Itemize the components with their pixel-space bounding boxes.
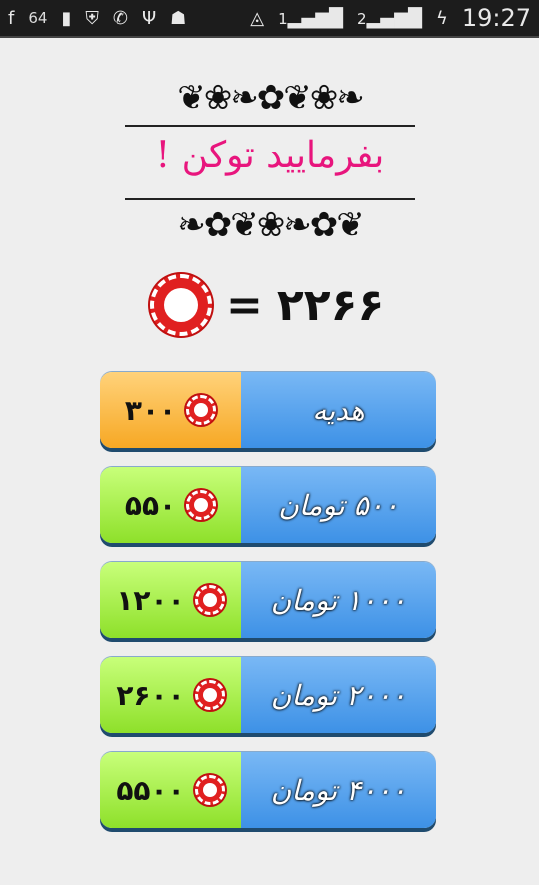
package-price: هدیه <box>241 372 436 448</box>
token-chip-icon <box>194 775 225 805</box>
package-price: ۱۰۰۰ تومان <box>241 562 436 638</box>
token-count: ۲۶۰۰ <box>116 678 185 712</box>
package-tokens: ۵۵۰۰ <box>100 752 241 828</box>
battery-charging-icon: ϟ <box>435 7 448 29</box>
token-chip-icon <box>194 585 225 615</box>
divider <box>125 125 415 127</box>
shield-icon: ⛨ <box>85 7 99 29</box>
package-button[interactable]: ۱۲۰۰ ۱۰۰۰ تومان <box>100 562 436 638</box>
package-price: ۲۰۰۰ تومان <box>241 657 436 733</box>
notification-count: 64 <box>28 9 48 27</box>
token-chip-icon <box>186 395 217 425</box>
android-icon: ☗ <box>170 7 187 29</box>
token-chip-icon <box>186 490 217 520</box>
package-tokens: ۱۲۰۰ <box>100 562 241 638</box>
status-bar: f 64 ▮ ⛨ ✆ Ψ ☗ ◬ 1▂▄▆█ 2▂▄▆█ ϟ 19:27 <box>0 0 539 38</box>
signal-sim2-icon: 2▂▄▆█ <box>357 7 422 29</box>
sim2-label: 2 <box>357 9 367 28</box>
clock: 19:27 <box>461 4 531 32</box>
package-button[interactable]: ۵۵۰۰ ۴۰۰۰ تومان <box>100 752 436 828</box>
token-balance: = ۲۲۶۶ <box>150 272 410 338</box>
ornament-top-icon: ❦❀❧✿❦❀❧ <box>177 78 364 118</box>
package-price: ۵۰۰ تومان <box>241 467 436 543</box>
usb-debug-icon: Ψ <box>141 7 157 29</box>
token-count: ۵۵۰۰ <box>116 773 185 807</box>
token-count: ۵۵۰ <box>124 488 177 522</box>
token-chip-icon <box>150 274 212 336</box>
token-chip-icon <box>194 680 225 710</box>
usb-icon: ▮ <box>61 7 72 29</box>
package-tokens: ۵۵۰ <box>100 467 241 543</box>
facebook-icon: f <box>8 7 15 29</box>
divider <box>125 198 415 200</box>
sim1-label: 1 <box>278 9 288 28</box>
package-button[interactable]: ۳۰۰ هدیه <box>100 372 436 448</box>
package-button[interactable]: ۵۵۰ ۵۰۰ تومان <box>100 467 436 543</box>
equals-sign: = <box>226 279 263 331</box>
token-count: ۳۰۰ <box>124 393 177 427</box>
token-count: ۱۲۰۰ <box>116 583 185 617</box>
package-button[interactable]: ۲۶۰۰ ۲۰۰۰ تومان <box>100 657 436 733</box>
page-title: بفرمایید توکن ! <box>155 135 385 176</box>
package-tokens: ۳۰۰ <box>100 372 241 448</box>
wifi-icon: ◬ <box>250 7 265 29</box>
package-price: ۴۰۰۰ تومان <box>241 752 436 828</box>
signal-sim1-icon: 1▂▄▆█ <box>278 7 344 29</box>
package-tokens: ۲۶۰۰ <box>100 657 241 733</box>
ornament-bottom-icon: ❧✿❦❀❧✿❦ <box>177 205 364 245</box>
token-amount: ۲۲۶۶ <box>276 279 385 331</box>
viber-icon: ✆ <box>112 7 128 29</box>
